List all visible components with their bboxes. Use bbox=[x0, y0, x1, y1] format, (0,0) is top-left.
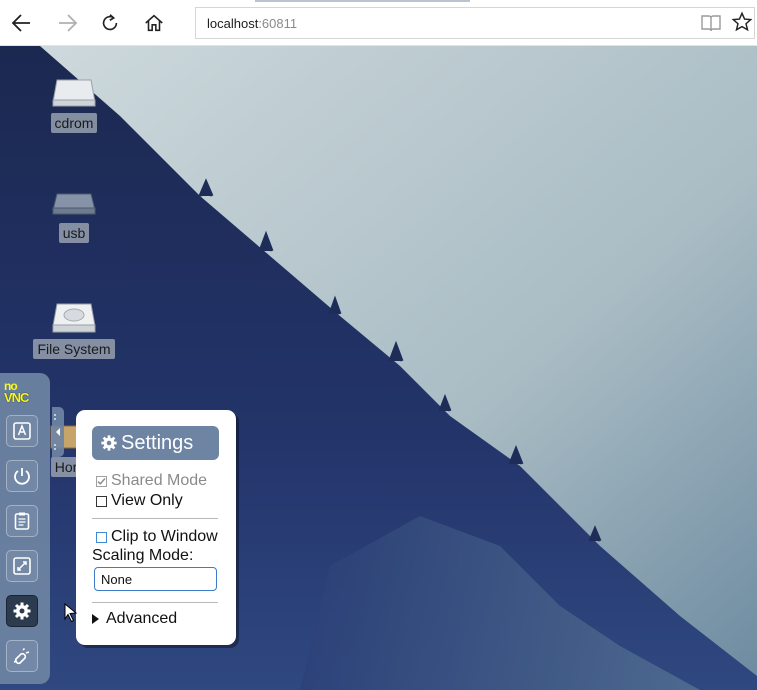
gear-icon bbox=[13, 602, 31, 620]
view-only-checkbox[interactable] bbox=[96, 495, 107, 507]
divider bbox=[92, 602, 218, 603]
advanced-label: Advanced bbox=[106, 610, 178, 627]
forward-button[interactable] bbox=[53, 9, 81, 37]
back-arrow-icon bbox=[11, 14, 30, 32]
hard-disk-icon bbox=[52, 303, 96, 333]
refresh-icon bbox=[102, 14, 118, 31]
disconnect-icon bbox=[13, 647, 30, 665]
tab-indicator bbox=[255, 0, 470, 2]
power-button[interactable] bbox=[6, 460, 38, 492]
desktop-icon-cdrom[interactable]: cdrom bbox=[46, 76, 102, 133]
desktop-icon-label: cdrom bbox=[50, 113, 98, 133]
settings-title: Settings bbox=[121, 431, 194, 454]
desktop-icon-label: usb bbox=[58, 223, 90, 243]
power-icon bbox=[14, 468, 30, 485]
checkmark-icon bbox=[97, 477, 106, 485]
disconnect-button[interactable] bbox=[6, 640, 38, 672]
home-icon bbox=[145, 14, 163, 32]
settings-button[interactable] bbox=[6, 595, 38, 627]
control-bar-handle[interactable] bbox=[52, 407, 64, 457]
keyboard-button[interactable] bbox=[6, 415, 38, 447]
reading-view-icon[interactable] bbox=[700, 13, 722, 33]
desktop-icon-filesystem[interactable]: File System bbox=[28, 302, 120, 359]
view-only-label: View Only bbox=[111, 492, 183, 509]
advanced-toggle[interactable]: Advanced bbox=[92, 610, 177, 628]
clipboard-icon bbox=[14, 512, 30, 530]
expand-arrow-icon bbox=[92, 614, 99, 624]
refresh-button[interactable] bbox=[96, 9, 124, 37]
url-text: localhost:60811 bbox=[207, 16, 298, 31]
browser-toolbar: localhost:60811 bbox=[0, 0, 757, 46]
address-bar[interactable]: localhost:60811 bbox=[195, 7, 755, 39]
back-button[interactable] bbox=[8, 9, 36, 37]
star-icon[interactable] bbox=[731, 11, 753, 33]
desktop-icon-label: File System bbox=[33, 339, 115, 359]
scaling-mode-label: Scaling Mode: bbox=[92, 547, 194, 564]
shared-mode-label: Shared Mode bbox=[111, 472, 208, 489]
novnc-logo: no VNC bbox=[4, 379, 29, 405]
shared-mode-option: Shared Mode bbox=[96, 472, 207, 490]
settings-panel: Settings Shared Mode View Only Clip to W… bbox=[76, 410, 236, 645]
clip-to-window-label: Clip to Window bbox=[111, 528, 218, 545]
shared-mode-checkbox bbox=[96, 475, 107, 487]
settings-header: Settings bbox=[92, 426, 219, 460]
collapse-arrow-icon bbox=[54, 414, 60, 450]
cdrom-drive-icon bbox=[52, 79, 96, 107]
fullscreen-button[interactable] bbox=[6, 550, 38, 582]
gear-icon bbox=[101, 435, 117, 451]
home-button[interactable] bbox=[140, 9, 168, 37]
forward-arrow-icon bbox=[59, 14, 78, 32]
clip-to-window-checkbox[interactable] bbox=[96, 531, 107, 543]
keyboard-icon bbox=[13, 422, 31, 440]
view-only-option[interactable]: View Only bbox=[96, 492, 183, 510]
desktop-icon-usb[interactable]: usb bbox=[46, 190, 102, 243]
usb-drive-icon bbox=[52, 193, 96, 215]
fullscreen-icon bbox=[13, 557, 31, 575]
clipboard-button[interactable] bbox=[6, 505, 38, 537]
clip-to-window-option[interactable]: Clip to Window bbox=[96, 528, 218, 546]
mouse-cursor-icon bbox=[64, 603, 78, 623]
scaling-mode-select[interactable]: None bbox=[94, 567, 217, 591]
divider bbox=[92, 518, 218, 519]
